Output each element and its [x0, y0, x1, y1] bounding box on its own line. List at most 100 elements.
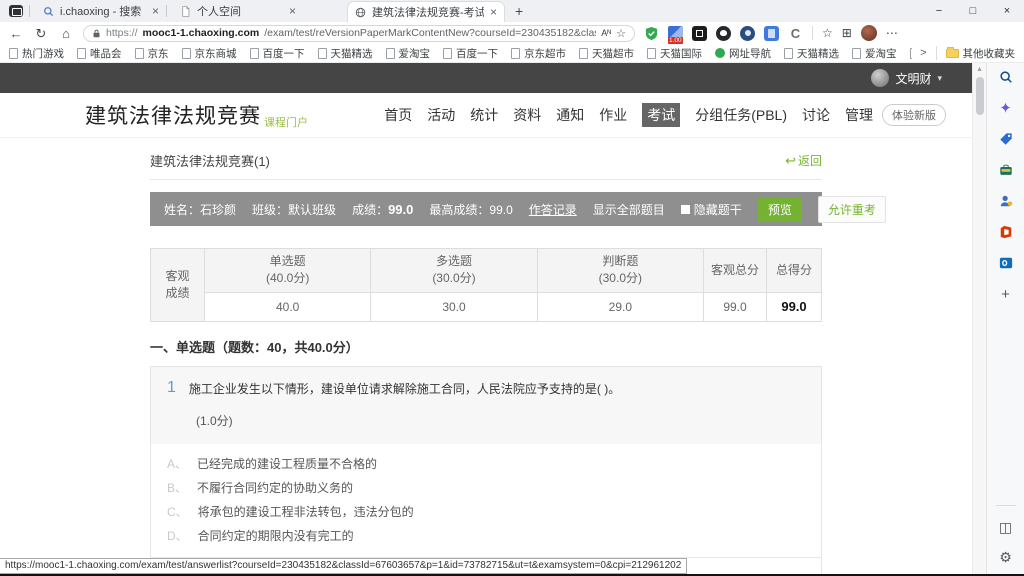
address-bar[interactable]: https://mooc1-1.chaoxing.com/exam/test/r… — [83, 25, 635, 42]
bookmark-item[interactable]: 网址导航 — [715, 46, 771, 61]
browser-tab-strip: i.chaoxing - 搜索 × 个人空间 × 建筑法律法规竞赛-考试 × +… — [0, 0, 1024, 22]
minimize-button[interactable]: − — [922, 0, 956, 22]
allow-retake-button[interactable]: 允许重考 — [818, 196, 886, 223]
tab-actions-menu-button[interactable] — [9, 5, 23, 17]
bookmark-item[interactable]: 热门游戏 — [9, 46, 64, 61]
tab-close-icon[interactable]: × — [152, 5, 159, 17]
page-icon — [784, 48, 793, 59]
bookmark-item[interactable]: 天猫超市 — [579, 46, 634, 61]
bookmark-item[interactable]: 唯品会 — [77, 46, 122, 61]
tab-exam-active[interactable]: 建筑法律法规竞赛-考试 × — [347, 1, 505, 22]
favorite-star-button[interactable]: ☆ — [616, 27, 626, 40]
nav-statistics[interactable]: 统计 — [470, 105, 498, 125]
office-button[interactable] — [997, 223, 1015, 241]
document-favicon-icon — [180, 6, 191, 17]
c-extension-icon[interactable]: C — [788, 26, 803, 41]
tab-close-icon[interactable]: × — [289, 5, 296, 17]
page-scrollbar[interactable]: ▴ — [972, 63, 986, 574]
copilot-button[interactable]: ✦ — [997, 99, 1015, 117]
sidebar-divider — [996, 505, 1016, 506]
option-text: 将承包的建设工程非法转包，违法分包的 — [198, 503, 414, 520]
briefcase-button[interactable] — [997, 161, 1015, 179]
nav-home[interactable]: 首页 — [384, 105, 412, 125]
refresh-button[interactable]: ↻ — [33, 27, 49, 40]
show-all-questions[interactable]: 显示全部题目 — [593, 201, 665, 218]
outlook-button[interactable] — [997, 254, 1015, 272]
option-c[interactable]: C、将承包的建设工程非法转包，违法分包的 — [167, 500, 805, 524]
bookmark-label: 网址导航 — [729, 46, 771, 61]
section-title: 一、单选题（题数：40，共40.0分） — [150, 337, 822, 356]
edge-sidebar: ✦ + ◫ ⚙ — [986, 63, 1024, 574]
github-extension-icon[interactable] — [716, 26, 731, 41]
bookmark-item[interactable]: 京东 — [135, 46, 169, 61]
back-link[interactable]: ↩ 返回 — [785, 152, 822, 169]
score-header: 多选题 (30.0分) — [371, 249, 537, 293]
nav-homework[interactable]: 作业 — [599, 105, 627, 125]
score-table: 客观 成绩 单选题 (40.0分) 多选题 (30.0分) 判断题 (30.0分… — [150, 248, 822, 322]
bookmark-item[interactable]: 天猫精选 — [318, 46, 373, 61]
black-extension-icon[interactable] — [692, 26, 707, 41]
sidebar-search-button[interactable] — [997, 68, 1015, 86]
answer-record-link[interactable]: 作答记录 — [529, 201, 577, 218]
read-aloud-button[interactable]: Aᴺ — [601, 28, 611, 38]
bookmark-item[interactable]: 百度一下 — [443, 46, 498, 61]
bookmark-item[interactable]: 百度一下 — [250, 46, 305, 61]
option-letter: A、 — [167, 455, 187, 472]
caret-down-icon[interactable]: ▾ — [937, 73, 942, 84]
hide-stem-option[interactable]: 隐藏题干 — [681, 201, 742, 218]
blue-docs-extension-icon[interactable] — [764, 26, 779, 41]
nav-materials[interactable]: 资料 — [513, 105, 541, 125]
bookmark-item[interactable]: 爱淘宝 — [386, 46, 431, 61]
bookmark-item[interactable]: 天猫精选 — [784, 46, 839, 61]
bookmark-item[interactable]: 京东 — [910, 46, 913, 61]
option-d[interactable]: D、合同约定的期限内没有完工的 — [167, 524, 805, 548]
bookmarks-overflow-button[interactable]: > — [920, 47, 926, 59]
try-new-version-button[interactable]: 体验新版 — [882, 104, 946, 126]
scrollbar-thumb[interactable] — [976, 77, 984, 115]
shopping-button[interactable] — [997, 130, 1015, 148]
sidebar-add-button[interactable]: + — [997, 285, 1015, 303]
back-button[interactable]: ← — [8, 27, 24, 40]
nav-exam-active[interactable]: 考试 — [642, 103, 680, 127]
user-avatar[interactable] — [871, 69, 889, 87]
maximize-button[interactable]: □ — [956, 0, 990, 22]
nav-pbl[interactable]: 分组任务(PBL) — [695, 105, 787, 125]
nav-manage[interactable]: 管理 — [845, 105, 873, 125]
course-title: 建筑法律法规竞赛 — [85, 100, 261, 130]
nav-notifications[interactable]: 通知 — [556, 105, 584, 125]
new-tab-button[interactable]: + — [515, 3, 523, 19]
settings-button[interactable]: ⚙ — [997, 548, 1015, 566]
nav-discussion[interactable]: 讨论 — [802, 105, 830, 125]
bookmark-item[interactable]: 京东超市 — [511, 46, 566, 61]
adguard-shield-icon[interactable] — [644, 26, 659, 41]
page-icon — [511, 48, 520, 59]
course-portal-link[interactable]: 课程门户 — [264, 114, 308, 137]
other-favorites-button[interactable]: 其他收藏夹 — [946, 46, 1016, 61]
score-value: 30.0 — [371, 292, 537, 321]
more-menu-button[interactable]: ⋯ — [886, 26, 898, 40]
home-button[interactable]: ⌂ — [58, 27, 74, 40]
bookmark-item[interactable]: 京东商城 — [182, 46, 237, 61]
close-button[interactable]: × — [990, 0, 1024, 22]
bookmark-item[interactable]: 爱淘宝 — [852, 46, 897, 61]
person-icon — [999, 194, 1013, 208]
flag-extension-icon[interactable]: 1.00 — [668, 26, 683, 41]
tab-personal-space[interactable]: 个人空间 × — [173, 0, 303, 22]
bookmark-item[interactable]: 天猫国际 — [647, 46, 702, 61]
user-name[interactable]: 文明财 — [895, 70, 931, 87]
browser-profile-avatar[interactable] — [861, 25, 877, 41]
navy-extension-icon[interactable] — [740, 26, 755, 41]
collections-button[interactable]: ⊞ — [842, 26, 852, 40]
hide-stem-checkbox[interactable] — [681, 205, 690, 214]
favorites-button[interactable]: ☆ — [822, 26, 833, 40]
option-b[interactable]: B、不履行合同约定的协助义务的 — [167, 476, 805, 500]
sidebar-panel-button[interactable]: ◫ — [997, 518, 1015, 536]
tab-chaoxing-search[interactable]: i.chaoxing - 搜索 × — [36, 0, 166, 22]
scroll-up-arrow[interactable]: ▴ — [973, 63, 986, 75]
option-a[interactable]: A、已经完成的建设工程质量不合格的 — [167, 452, 805, 476]
preview-button[interactable]: 预览 — [758, 197, 802, 222]
bookmark-label: 百度一下 — [263, 46, 305, 61]
community-button[interactable] — [997, 192, 1015, 210]
nav-activity[interactable]: 活动 — [427, 105, 455, 125]
tab-close-icon[interactable]: × — [490, 6, 497, 18]
